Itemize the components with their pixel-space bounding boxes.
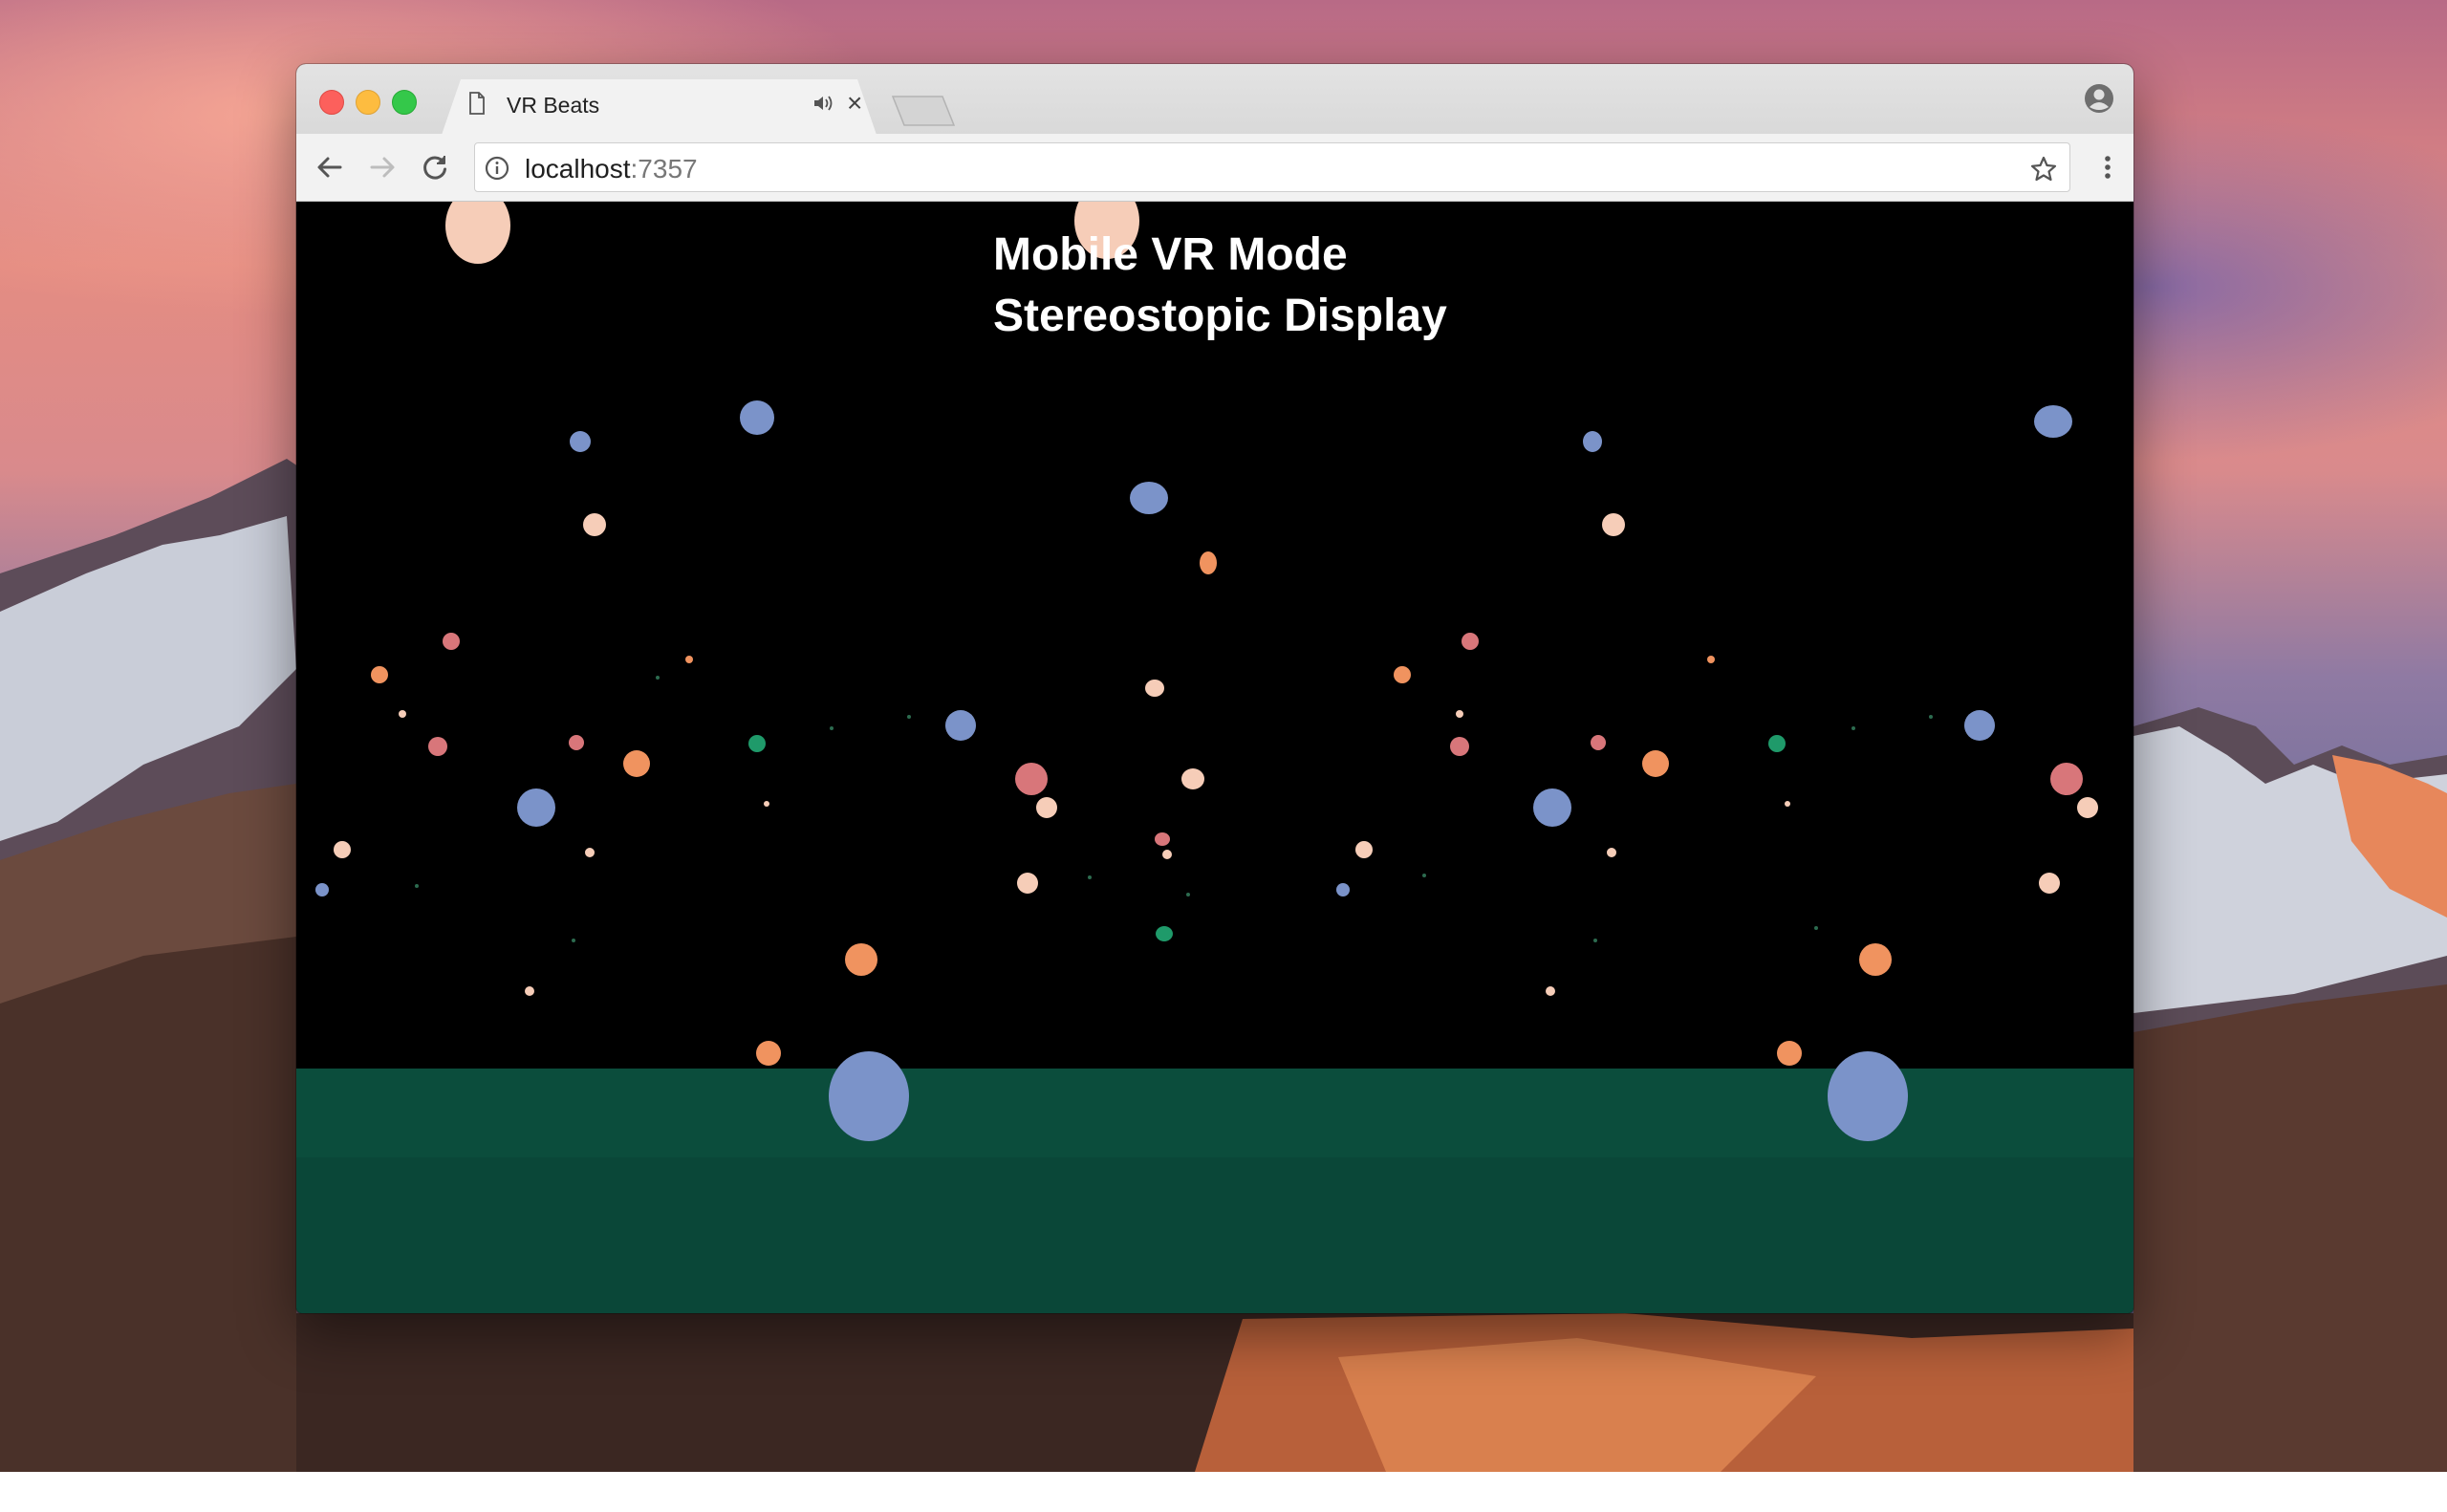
orb bbox=[623, 750, 650, 777]
forward-arrow-icon[interactable] bbox=[368, 153, 397, 182]
orb bbox=[1336, 883, 1350, 896]
orb bbox=[829, 1051, 909, 1141]
orb bbox=[1162, 850, 1172, 859]
orb bbox=[764, 801, 769, 807]
star-icon[interactable] bbox=[2029, 155, 2058, 184]
orb bbox=[2077, 797, 2098, 818]
webgl-canvas[interactable]: Mobile VR Mode Stereostopic Display bbox=[296, 202, 2133, 1313]
orb bbox=[1533, 788, 1571, 827]
orb bbox=[443, 633, 460, 650]
orb bbox=[1707, 656, 1715, 663]
close-icon[interactable]: × bbox=[847, 90, 862, 117]
orb bbox=[1036, 797, 1057, 818]
orb bbox=[1591, 735, 1606, 750]
orb bbox=[1181, 768, 1204, 789]
address-bar[interactable]: localhost:7357 bbox=[474, 142, 2070, 192]
kebab-menu-icon[interactable] bbox=[2093, 153, 2122, 182]
orb bbox=[1859, 943, 1892, 976]
back-arrow-icon[interactable] bbox=[315, 153, 344, 182]
heading-line-1: Mobile VR Mode bbox=[993, 229, 1348, 280]
orb bbox=[1200, 551, 1217, 574]
orb bbox=[569, 735, 584, 750]
orb bbox=[2034, 405, 2072, 438]
orb bbox=[740, 400, 774, 435]
orb bbox=[1642, 750, 1669, 777]
heading-line-2: Stereostopic Display bbox=[993, 291, 1447, 341]
orb bbox=[1607, 848, 1616, 857]
orb bbox=[1145, 680, 1164, 697]
orb bbox=[1355, 841, 1373, 858]
orb bbox=[1156, 926, 1173, 941]
orb bbox=[371, 666, 388, 683]
browser-window: VR Beats × localhost:7357 Mobile VR Mode… bbox=[296, 64, 2133, 1313]
orb bbox=[315, 883, 329, 896]
profile-icon[interactable] bbox=[2084, 83, 2114, 114]
speaker-icon[interactable] bbox=[812, 94, 835, 113]
window-zoom-button[interactable] bbox=[392, 90, 417, 115]
orb bbox=[1017, 873, 1038, 894]
page-heading: Mobile VR Mode Stereostopic Display bbox=[993, 225, 1447, 347]
info-icon[interactable] bbox=[485, 156, 509, 181]
orb bbox=[525, 986, 534, 996]
orb bbox=[1777, 1041, 1802, 1066]
orb bbox=[1462, 633, 1479, 650]
orb bbox=[517, 788, 555, 827]
title-bar: VR Beats × bbox=[296, 64, 2133, 135]
browser-toolbar: localhost:7357 bbox=[296, 134, 2133, 202]
url-port: :7357 bbox=[630, 154, 698, 184]
url-host: localhost bbox=[525, 154, 631, 184]
reload-icon[interactable] bbox=[421, 153, 449, 182]
orb bbox=[1546, 986, 1555, 996]
orb bbox=[2039, 873, 2060, 894]
orb bbox=[1828, 1051, 1908, 1141]
orb bbox=[1155, 832, 1170, 846]
tab-title: VR Beats bbox=[507, 93, 600, 118]
orb bbox=[845, 943, 877, 976]
window-close-button[interactable] bbox=[319, 90, 344, 115]
desktop-bottom-margin bbox=[0, 1472, 2447, 1512]
orb bbox=[1394, 666, 1411, 683]
orb bbox=[583, 513, 606, 536]
orb bbox=[1785, 801, 1790, 807]
orb bbox=[399, 710, 406, 718]
orb bbox=[2050, 763, 2083, 795]
orb bbox=[1583, 431, 1602, 452]
document-icon bbox=[469, 92, 485, 115]
orb bbox=[1450, 737, 1469, 756]
orb bbox=[756, 1041, 781, 1066]
orb bbox=[748, 735, 766, 752]
vr-scene bbox=[296, 202, 2133, 1313]
url-text[interactable]: localhost:7357 bbox=[525, 154, 698, 184]
orb bbox=[1015, 763, 1048, 795]
orb bbox=[1456, 710, 1463, 718]
orb bbox=[1602, 513, 1625, 536]
orb bbox=[1130, 482, 1168, 514]
orb bbox=[585, 848, 595, 857]
orb bbox=[685, 656, 693, 663]
orb bbox=[1768, 735, 1786, 752]
orb bbox=[428, 737, 447, 756]
orb bbox=[1964, 710, 1995, 741]
orb bbox=[570, 431, 591, 452]
new-tab-button[interactable] bbox=[891, 95, 958, 127]
orb bbox=[945, 710, 976, 741]
orb bbox=[334, 841, 351, 858]
window-minimize-button[interactable] bbox=[356, 90, 380, 115]
